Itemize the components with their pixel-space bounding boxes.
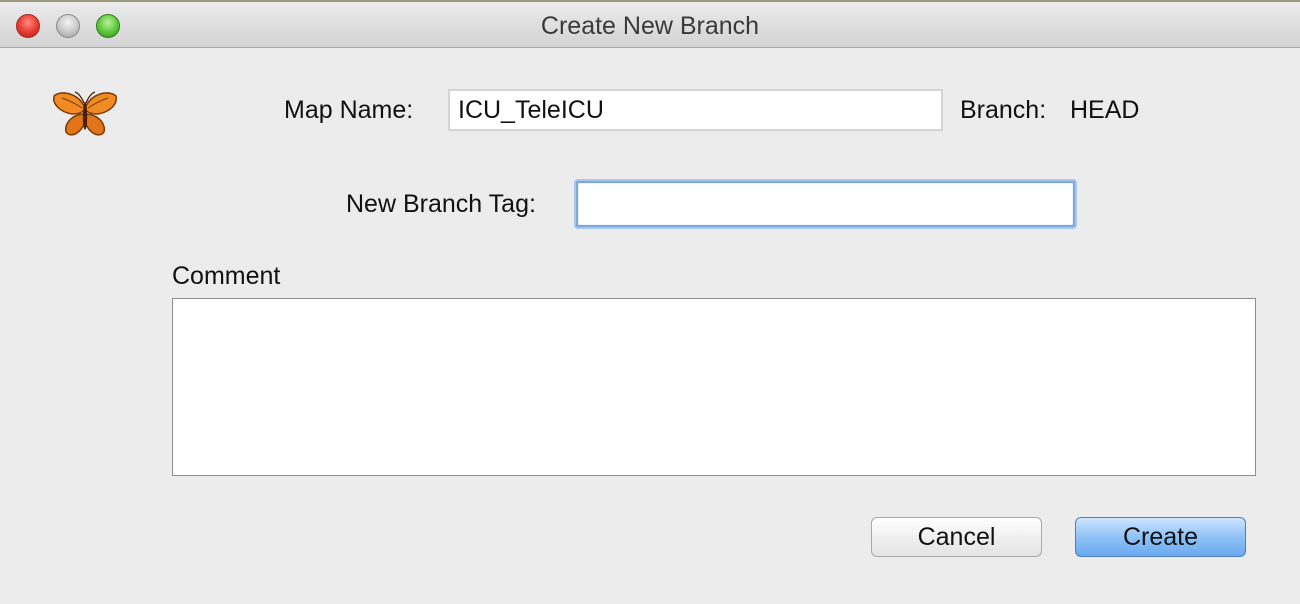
map-name-field[interactable] — [448, 89, 943, 131]
branch-label: Branch: — [960, 96, 1047, 124]
new-branch-tag-label: New Branch Tag: — [346, 190, 536, 218]
create-button[interactable]: Create — [1075, 517, 1246, 557]
window-title: Create New Branch — [540, 12, 760, 40]
branch-value: HEAD — [1070, 96, 1140, 124]
butterfly-icon — [52, 91, 118, 136]
map-name-label: Map Name: — [284, 96, 414, 124]
create-new-branch-dialog: Create New Branch Map Name: Branch: HEAD… — [0, 0, 1300, 604]
title-bar[interactable]: Create New Branch — [0, 0, 1300, 48]
comment-textarea[interactable] — [172, 298, 1256, 476]
comment-label: Comment — [172, 262, 281, 290]
new-branch-tag-field[interactable] — [576, 181, 1075, 227]
cancel-button[interactable]: Cancel — [871, 517, 1042, 557]
